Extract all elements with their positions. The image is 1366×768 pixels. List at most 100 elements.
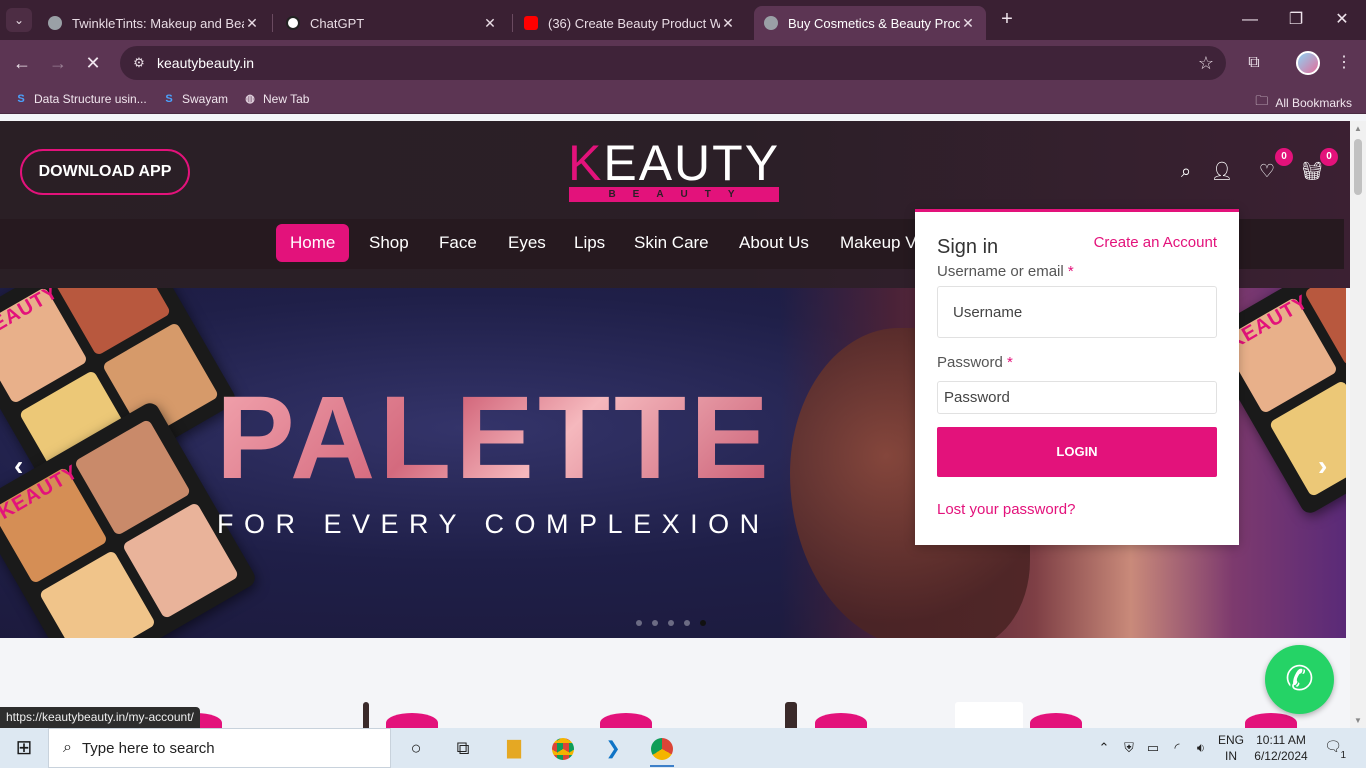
stop-loading-button[interactable]: ✕ xyxy=(80,50,106,76)
swayam-icon: S xyxy=(17,93,25,105)
nav-face[interactable]: Face xyxy=(425,224,491,262)
file-explorer-icon[interactable]: ▇ xyxy=(494,732,534,764)
minimize-button[interactable]: — xyxy=(1238,8,1262,32)
product-badge xyxy=(386,713,438,728)
slider-next-arrow[interactable]: › xyxy=(1318,450,1327,482)
notification-count: 1 xyxy=(1340,750,1346,761)
bookmark-label: New Tab xyxy=(263,92,310,106)
tab-keauty-active[interactable]: Buy Cosmetics & Beauty Products ✕ xyxy=(754,6,986,40)
bookmark-star-icon[interactable]: ☆ xyxy=(1198,53,1214,74)
nav-shop[interactable]: Shop xyxy=(355,224,423,262)
search-icon[interactable]: ⌕ xyxy=(1174,159,1198,183)
close-icon[interactable]: ✕ xyxy=(482,15,498,32)
password-label: Password * xyxy=(937,354,1013,371)
scroll-down-arrow[interactable]: ▼ xyxy=(1354,716,1362,725)
keauty-logo[interactable]: KEAUTY BEAUTY xyxy=(568,137,780,205)
slider-dot[interactable] xyxy=(652,620,658,626)
slider-dot-active[interactable] xyxy=(700,620,706,626)
nav-lips[interactable]: Lips xyxy=(560,224,619,262)
chrome-icon[interactable] xyxy=(543,732,583,764)
page-scrollbar[interactable]: ▲ ▼ xyxy=(1350,121,1366,728)
windows-taskbar: ⊞ ⌕ Type here to search ○ ⧉ ▇ ❯ ⌃ ⛨ ▭ ◜ … xyxy=(0,728,1366,768)
back-button[interactable]: ← xyxy=(9,50,35,76)
nav-eyes[interactable]: Eyes xyxy=(494,224,560,262)
slider-dot[interactable] xyxy=(684,620,690,626)
login-button[interactable]: LOGIN xyxy=(937,427,1217,477)
new-tab-button[interactable]: + xyxy=(995,8,1019,32)
tab-chatgpt[interactable]: ChatGPT ✕ xyxy=(276,6,508,40)
cortana-icon[interactable]: ○ xyxy=(396,732,436,764)
browser-tabbar: ⌄ TwinkleTints: Makeup and Beauty ✕ Chat… xyxy=(0,0,1366,40)
url-text[interactable]: keautybeauty.in xyxy=(157,55,254,71)
tab-title: TwinkleTints: Makeup and Beauty xyxy=(72,15,244,31)
nav-home[interactable]: Home xyxy=(276,224,350,262)
username-input[interactable] xyxy=(937,286,1217,338)
status-bar-url: https://keautybeauty.in/my-account/ xyxy=(0,707,200,728)
create-account-link[interactable]: Create an Account xyxy=(1094,234,1217,251)
nav-skin-care[interactable]: Skin Care xyxy=(620,224,723,262)
cart-count-badge: 0 xyxy=(1320,148,1338,166)
taskbar-search-placeholder: Type here to search xyxy=(81,739,215,757)
download-app-button[interactable]: DOWNLOAD APP xyxy=(20,149,190,195)
globe-icon: ◍ xyxy=(245,93,255,105)
close-icon[interactable]: ✕ xyxy=(720,15,736,32)
whatsapp-chat-button[interactable]: ✆ xyxy=(1265,645,1334,714)
volume-icon[interactable]: 🔉︎ xyxy=(1190,728,1212,768)
nav-about-us[interactable]: About Us xyxy=(725,224,823,262)
forward-button[interactable]: → xyxy=(45,50,71,76)
tab-title: (36) Create Beauty Product Web xyxy=(548,15,720,31)
language-indicator[interactable]: ENG IN xyxy=(1216,732,1246,764)
site-info-icon[interactable]: ⚙ xyxy=(130,54,148,72)
product-image[interactable] xyxy=(955,702,1023,728)
all-bookmarks-label: All Bookmarks xyxy=(1275,96,1352,110)
close-icon[interactable]: ✕ xyxy=(960,15,976,32)
wishlist-heart-icon[interactable]: ♡ xyxy=(1255,159,1279,183)
all-bookmarks-button[interactable]: 🗀 All Bookmarks xyxy=(1255,92,1352,114)
security-icon[interactable]: ⛨ xyxy=(1118,728,1140,768)
tab-search-button[interactable]: ⌄ xyxy=(6,8,32,32)
bookmark-data-structure[interactable]: S Data Structure usin... xyxy=(14,92,146,106)
tab-twinkletints[interactable]: TwinkleTints: Makeup and Beauty ✕ xyxy=(38,6,270,40)
menu-kebab-icon[interactable]: ⋮ xyxy=(1331,50,1357,76)
bookmarks-bar: S Data Structure usin... S Swayam ◍ New … xyxy=(0,86,1366,114)
slider-dot[interactable] xyxy=(636,620,642,626)
lost-password-link[interactable]: Lost your password? xyxy=(937,501,1075,518)
slider-dot[interactable] xyxy=(668,620,674,626)
taskbar-clock[interactable]: 10:11 AM 6/12/2024 xyxy=(1252,732,1310,764)
taskbar-search-box[interactable]: ⌕ Type here to search xyxy=(48,728,391,768)
product-image[interactable] xyxy=(785,702,797,728)
notification-center-icon[interactable]: 🗨︎ 1 xyxy=(1322,738,1346,761)
address-bar[interactable]: ⚙ keautybeauty.in ☆ xyxy=(120,46,1226,80)
scroll-thumb[interactable] xyxy=(1354,139,1362,195)
task-view-icon[interactable]: ⧉ xyxy=(443,732,483,764)
profile-avatar[interactable] xyxy=(1296,51,1320,75)
language-code: ENG xyxy=(1217,733,1244,747)
vscode-icon[interactable]: ❯ xyxy=(593,732,633,764)
wifi-icon[interactable]: ◜ xyxy=(1166,728,1188,768)
chrome-profile-icon[interactable] xyxy=(642,732,682,767)
slider-prev-arrow[interactable]: ‹ xyxy=(14,450,23,482)
bookmark-new-tab[interactable]: ◍ New Tab xyxy=(243,92,309,106)
browser-toolbar: ← → ✕ ⚙ keautybeauty.in ☆ ⧉ ⋮ xyxy=(0,40,1366,86)
bookmark-label: Swayam xyxy=(182,92,229,106)
scroll-up-arrow[interactable]: ▲ xyxy=(1354,124,1362,133)
account-icon[interactable]: 👤︎ xyxy=(1210,159,1234,183)
wishlist-count-badge: 0 xyxy=(1275,148,1293,166)
battery-icon[interactable]: ▭ xyxy=(1142,728,1164,768)
close-icon[interactable]: ✕ xyxy=(244,15,260,32)
tab-youtube[interactable]: (36) Create Beauty Product Web ✕ xyxy=(514,6,746,40)
bookmark-swayam[interactable]: S Swayam xyxy=(162,92,228,106)
cart-basket-icon[interactable]: 🧺︎ xyxy=(1300,159,1324,183)
folder-icon: 🗀 xyxy=(1255,93,1269,108)
close-window-button[interactable]: ✕ xyxy=(1330,8,1354,32)
restore-button[interactable]: ❐ xyxy=(1284,8,1308,32)
extensions-icon[interactable]: ⧉ xyxy=(1241,50,1267,76)
password-input[interactable] xyxy=(937,381,1217,414)
show-hidden-icons-chevron[interactable]: ⌃ xyxy=(1094,728,1114,768)
product-image[interactable] xyxy=(363,702,369,728)
clock-time: 10:11 AM xyxy=(1256,733,1306,747)
signin-title: Sign in xyxy=(937,236,999,258)
tab-divider xyxy=(272,14,273,32)
windows-start-icon[interactable]: ⊞ xyxy=(0,728,48,768)
signin-dropdown: Sign in Create an Account Username or em… xyxy=(915,209,1239,545)
